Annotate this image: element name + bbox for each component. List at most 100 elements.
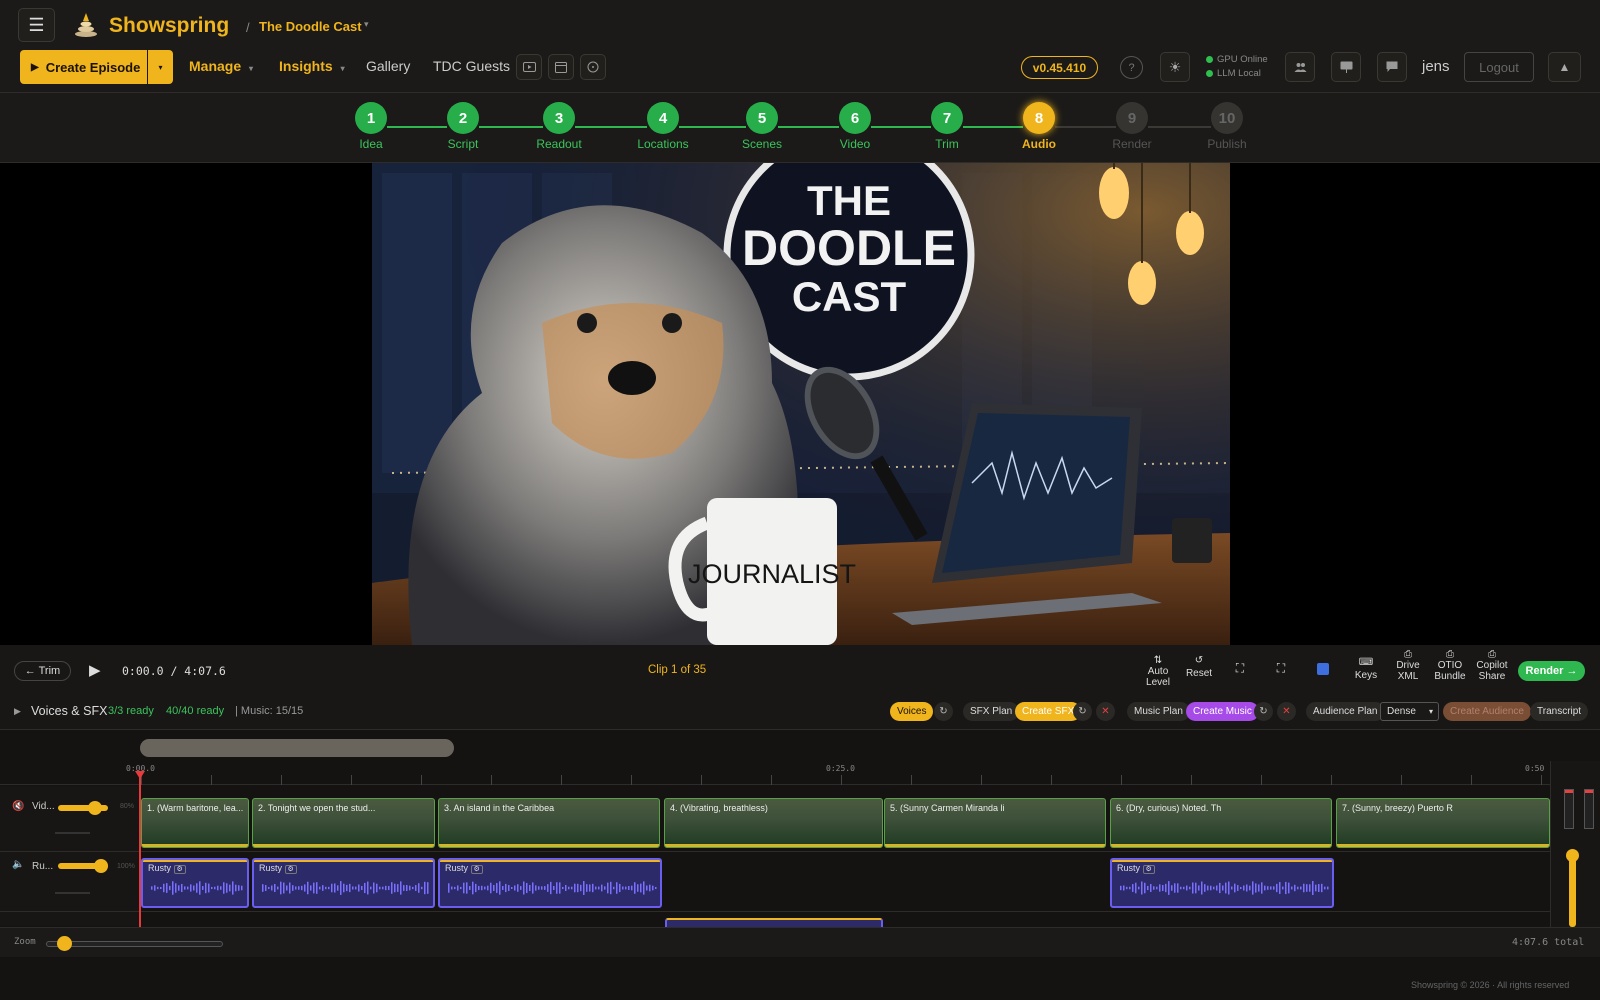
create-sfx-button[interactable]: Create SFX: [1015, 702, 1082, 721]
llm-status-dot: [1206, 70, 1213, 77]
voice-track-name: Ru...: [32, 861, 54, 872]
ruler-label-1: 0:25.0: [826, 764, 855, 773]
transcript-button[interactable]: Transcript: [1530, 702, 1589, 721]
project-name[interactable]: The Doodle Cast: [259, 19, 362, 34]
create-music-button[interactable]: Create Music: [1186, 702, 1259, 721]
timeline[interactable]: 0:00.0 0:25.0 0:50 🔇 Vid... 80% 🔈 Ru... …: [0, 761, 1600, 927]
fullscreen-icon[interactable]: ⛶: [1274, 662, 1288, 674]
voice-clip[interactable]: Rusty ⚙: [141, 858, 249, 908]
project-chevron-icon[interactable]: ▾: [364, 19, 369, 30]
step-readout[interactable]: 3 Readout: [529, 102, 589, 151]
voices-ready-count: 3/3 ready: [108, 705, 154, 717]
voice-volume-knob[interactable]: [94, 859, 108, 873]
insights-menu[interactable]: Insights ▾: [279, 58, 345, 74]
sfx-plan-button[interactable]: SFX Plan: [963, 702, 1020, 721]
timeline-scrollbar-thumb[interactable]: [140, 739, 454, 757]
step-render[interactable]: 9 Render: [1102, 102, 1162, 151]
video-clip[interactable]: 7. (Sunny, breezy) Puerto R: [1336, 798, 1550, 848]
create-audience-button[interactable]: Create Audience: [1443, 702, 1531, 721]
music-plan-button[interactable]: Music Plan: [1127, 702, 1190, 721]
video-volume-knob[interactable]: [88, 801, 102, 815]
create-episode-button[interactable]: ▶ Create Episode: [20, 50, 147, 84]
ruler-tick: [841, 775, 842, 785]
chat-icon[interactable]: [1377, 52, 1407, 82]
step-label: Video: [839, 137, 871, 151]
auto-level-button[interactable]: ⇅ Auto Level: [1143, 655, 1173, 688]
voice-clip[interactable]: Rusty ⚙: [1110, 858, 1334, 908]
video-clip[interactable]: 2. Tonight we open the stud...: [252, 798, 435, 848]
zoom-slider-track[interactable]: [46, 941, 223, 947]
video-track-resize[interactable]: [55, 832, 90, 834]
step-video[interactable]: 6 Video: [825, 102, 885, 151]
ruler-tick: [981, 775, 982, 785]
sync-icon[interactable]: [1317, 663, 1329, 675]
username[interactable]: jens: [1422, 58, 1450, 75]
video-clip[interactable]: 3. An island in the Caribbea: [438, 798, 660, 848]
voice-track-icon[interactable]: 🔈: [12, 859, 24, 870]
zoom-slider-knob[interactable]: [57, 936, 72, 951]
playhead[interactable]: [139, 771, 141, 927]
otio-bundle-button[interactable]: ⎙ OTIO Bundle: [1432, 649, 1468, 682]
sfx-clip[interactable]: [665, 918, 883, 927]
step-scenes[interactable]: 5 Scenes: [732, 102, 792, 151]
back-to-trim-button[interactable]: ← Trim: [14, 661, 71, 681]
video-track-icon[interactable]: 🔇: [12, 801, 24, 812]
voices-sfx-title[interactable]: Voices & SFX: [31, 704, 107, 718]
play-icon: ▶: [31, 61, 39, 73]
step-idea[interactable]: 1 Idea: [341, 102, 401, 151]
reset-button[interactable]: ↺ Reset: [1182, 655, 1216, 679]
manage-menu[interactable]: Manage ▾: [189, 58, 253, 74]
step-locations[interactable]: 4 Locations: [633, 102, 693, 151]
fit-icon[interactable]: ⛶: [1233, 662, 1247, 674]
copilot-share-button[interactable]: ⎙ Copilot Share: [1473, 649, 1511, 682]
video-clip[interactable]: 4. (Vibrating, breathless): [664, 798, 883, 848]
voices-refresh-icon[interactable]: ↻: [934, 702, 953, 721]
voice-clip[interactable]: Rusty ⚙: [252, 858, 435, 908]
sfx-refresh-icon[interactable]: ↻: [1073, 702, 1092, 721]
voice-clip[interactable]: Rusty ⚙: [438, 858, 662, 908]
drive-xml-button[interactable]: ⎙ Drive XML: [1392, 649, 1424, 682]
ruler-label-2: 0:50: [1525, 764, 1545, 773]
master-gain-slider[interactable]: [1569, 851, 1576, 927]
create-episode-dropdown-icon[interactable]: ▾: [148, 50, 173, 84]
video-preview[interactable]: THE DOODLE CAST JOURNALIST: [0, 163, 1600, 645]
voices-button[interactable]: Voices: [890, 702, 934, 721]
voice-track-resize[interactable]: [55, 892, 90, 894]
zoom-bar: Zoom 4:07.6 total: [0, 927, 1600, 957]
clock-icon[interactable]: [580, 54, 606, 80]
music-cancel-icon[interactable]: ✕: [1277, 702, 1296, 721]
video-clip[interactable]: 1. (Warm baritone, lea...: [141, 798, 249, 848]
step-trim[interactable]: 7 Trim: [917, 102, 977, 151]
hamburger-menu-icon[interactable]: ☰: [18, 8, 55, 42]
keyboard-icon: ⌨: [1358, 657, 1374, 668]
step-audio[interactable]: 8 Audio: [1009, 102, 1069, 151]
logout-button[interactable]: Logout: [1464, 52, 1534, 82]
meter-right: [1584, 789, 1594, 829]
presentation-icon[interactable]: [1331, 52, 1361, 82]
brand-name[interactable]: Showspring: [109, 14, 229, 38]
video-icon[interactable]: [516, 54, 542, 80]
master-gain-knob[interactable]: [1566, 849, 1579, 862]
auto-level-label: Auto Level: [1146, 666, 1170, 688]
sun-icon[interactable]: ☀: [1160, 52, 1190, 82]
create-episode-label: Create Episode: [45, 59, 141, 75]
play-button-icon[interactable]: ▶: [89, 661, 101, 679]
render-button[interactable]: Render →: [1518, 661, 1585, 681]
density-select[interactable]: Dense ▾: [1380, 702, 1439, 721]
video-clip[interactable]: 6. (Dry, curious) Noted. Th: [1110, 798, 1332, 848]
help-icon[interactable]: ?: [1120, 56, 1143, 79]
music-refresh-icon[interactable]: ↻: [1254, 702, 1273, 721]
users-icon[interactable]: [1285, 52, 1315, 82]
guests-link[interactable]: TDC Guests: [433, 58, 510, 74]
calendar-icon[interactable]: [548, 54, 574, 80]
expand-triangle-icon[interactable]: ▶: [14, 706, 21, 717]
step-publish[interactable]: 10 Publish: [1197, 102, 1257, 151]
audience-plan-button[interactable]: Audience Plan: [1306, 702, 1385, 721]
playhead-handle-icon[interactable]: [135, 771, 145, 779]
keys-button[interactable]: ⌨ Keys: [1351, 657, 1381, 681]
gallery-link[interactable]: Gallery: [366, 58, 410, 74]
sfx-cancel-icon[interactable]: ✕: [1096, 702, 1115, 721]
step-script[interactable]: 2 Script: [433, 102, 493, 151]
collapse-up-icon[interactable]: ▲: [1548, 52, 1581, 82]
video-clip[interactable]: 5. (Sunny Carmen Miranda li: [884, 798, 1106, 848]
